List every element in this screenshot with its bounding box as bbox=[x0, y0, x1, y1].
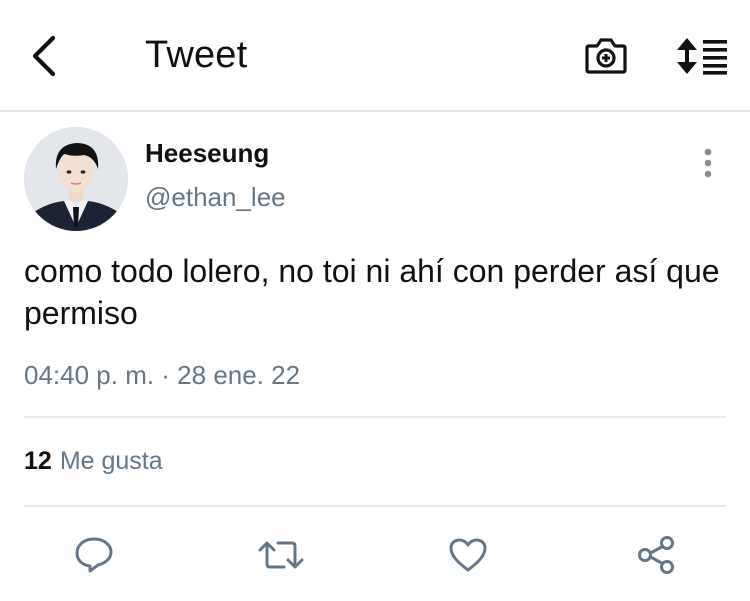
divider bbox=[24, 505, 726, 507]
likes-summary[interactable]: 12 Me gusta bbox=[24, 447, 163, 476]
more-options-button[interactable] bbox=[690, 145, 726, 181]
camera-add-icon bbox=[585, 38, 627, 74]
back-button[interactable] bbox=[22, 32, 66, 80]
likes-count: 12 bbox=[24, 447, 52, 475]
screenshot-button[interactable] bbox=[580, 33, 632, 79]
sort-button[interactable] bbox=[672, 32, 732, 80]
profile-photo bbox=[24, 127, 128, 231]
tweet-timestamp: 04:40 p. m. · 28 ene. 22 bbox=[24, 360, 301, 390]
reply-button[interactable] bbox=[69, 530, 119, 580]
share-button[interactable] bbox=[632, 530, 682, 580]
retweet-button[interactable] bbox=[256, 530, 306, 580]
share-icon bbox=[638, 536, 674, 574]
tweet-text: como todo lolero, no toi ni ahí con perd… bbox=[24, 253, 720, 331]
sort-list-icon bbox=[677, 38, 727, 75]
chevron-left-icon bbox=[32, 35, 56, 77]
author-display-name[interactable]: Heeseung bbox=[145, 138, 269, 169]
divider bbox=[24, 416, 726, 418]
like-icon bbox=[449, 538, 487, 572]
top-bar: Tweet bbox=[0, 0, 750, 112]
likes-label: Me gusta bbox=[59, 447, 163, 475]
author-handle[interactable]: @ethan_lee bbox=[145, 182, 286, 213]
more-vertical-icon bbox=[704, 148, 712, 178]
retweet-icon bbox=[258, 541, 304, 569]
page-title: Tweet bbox=[145, 34, 248, 76]
reply-icon bbox=[75, 537, 113, 573]
like-button[interactable] bbox=[443, 530, 493, 580]
avatar[interactable] bbox=[24, 127, 128, 231]
